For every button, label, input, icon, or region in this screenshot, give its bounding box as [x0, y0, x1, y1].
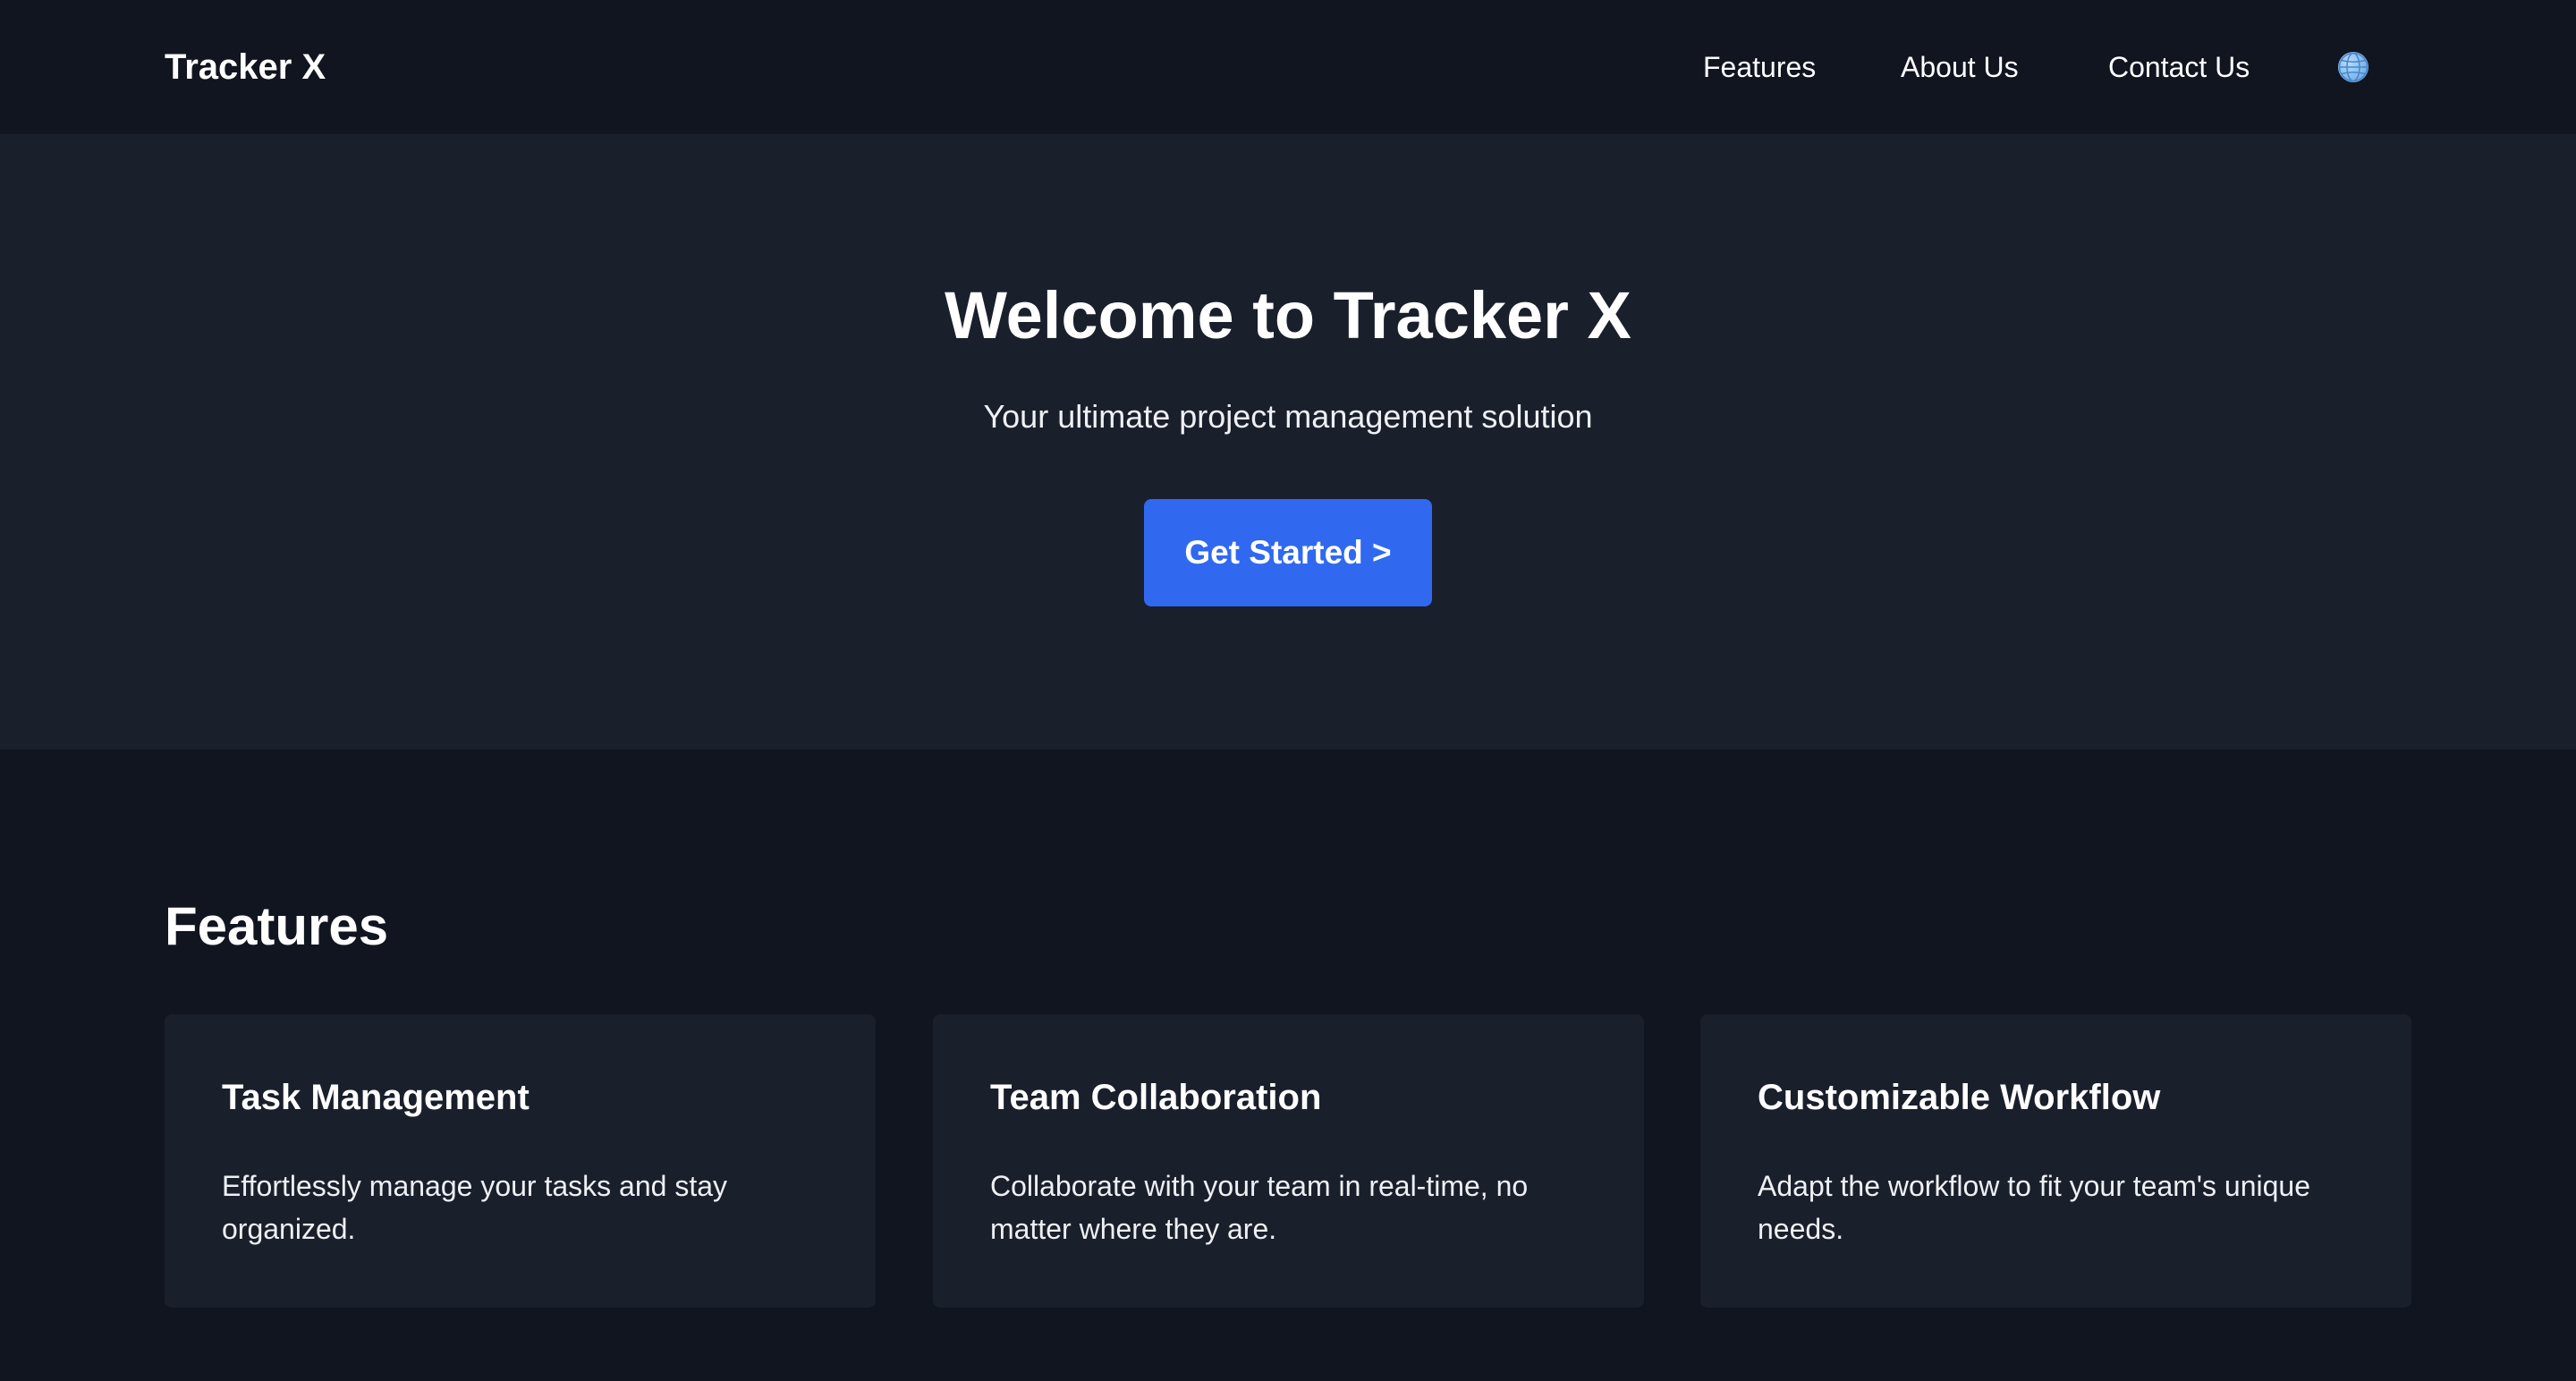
get-started-button[interactable]: Get Started >	[1144, 499, 1432, 606]
nav-link-about-us[interactable]: About Us	[1901, 47, 2019, 88]
feature-card-description: Adapt the workflow to fit your team's un…	[1758, 1170, 2310, 1245]
feature-card-title: Team Collaboration	[990, 1078, 1322, 1117]
globe-icon[interactable]	[2338, 52, 2368, 82]
brand-logo[interactable]: Tracker X	[165, 43, 326, 91]
feature-card-team-collaboration: Team Collaboration Collaborate with your…	[933, 1014, 1644, 1308]
nav-link-features[interactable]: Features	[1703, 47, 1816, 88]
hero-section: Welcome to Tracker X Your ultimate proje…	[0, 134, 2576, 750]
nav-link-contact-us[interactable]: Contact Us	[2108, 47, 2250, 88]
features-heading: Features	[165, 896, 389, 956]
feature-card-description: Effortlessly manage your tasks and stay …	[222, 1170, 728, 1245]
hero-subtitle: Your ultimate project management solutio…	[983, 398, 1593, 435]
feature-card-title: Task Management	[222, 1078, 530, 1117]
feature-card-description: Collaborate with your team in real-time,…	[990, 1170, 1529, 1245]
hero-title: Welcome to Tracker X	[945, 278, 1631, 352]
feature-card-customizable-workflow: Customizable Workflow Adapt the workflow…	[1700, 1014, 2411, 1308]
navbar: Tracker X Features About Us Contact Us	[0, 0, 2576, 134]
feature-card-task-management: Task Management Effortlessly manage your…	[165, 1014, 876, 1308]
feature-card-title: Customizable Workflow	[1758, 1078, 2161, 1117]
